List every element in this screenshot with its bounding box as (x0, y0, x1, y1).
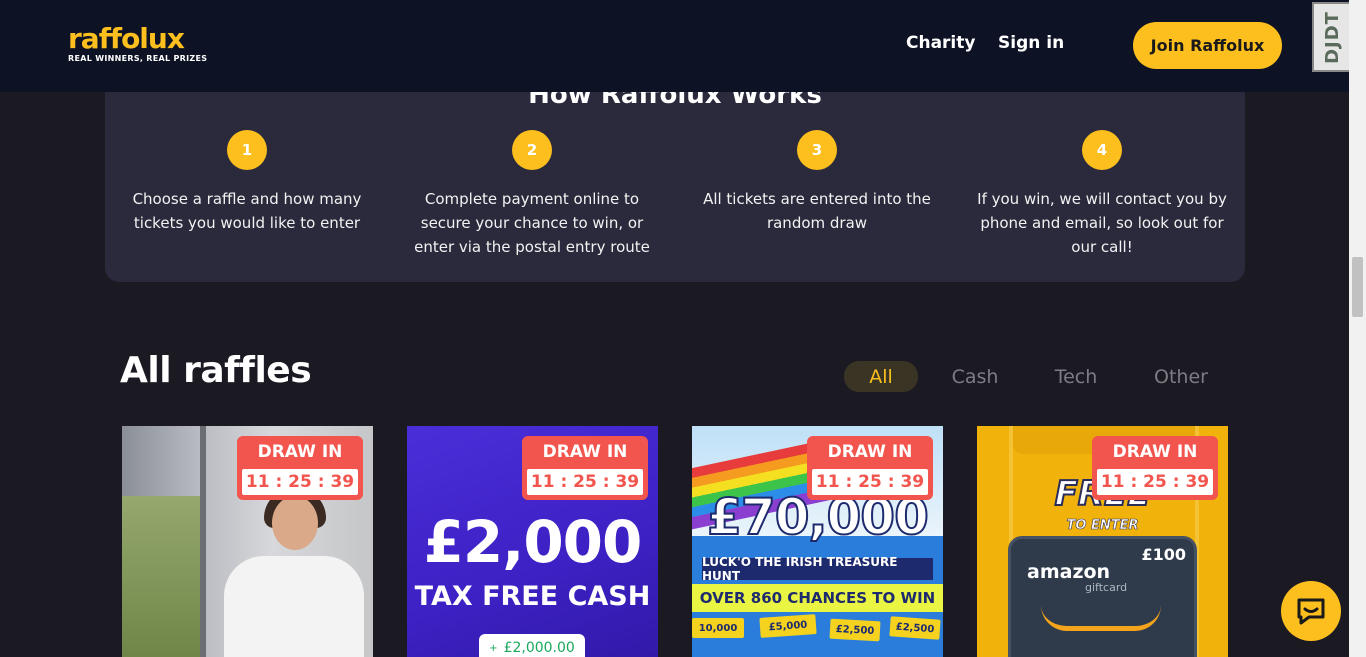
chat-bubble-icon[interactable] (1281, 581, 1341, 641)
card-image-person (224, 486, 364, 657)
filter-other[interactable]: Other (1146, 361, 1216, 392)
step-3: 3 All tickets are entered into the rando… (692, 130, 942, 235)
draw-label: DRAW IN (827, 442, 913, 462)
logo-tagline: REAL WINNERS, REAL PRIZES (68, 54, 208, 63)
draw-label: DRAW IN (257, 442, 343, 462)
to-enter-label: TO ENTER (1066, 518, 1139, 534)
draw-timer: 11 : 25 : 39 (812, 469, 928, 495)
step-2: 2 Complete payment online to secure your… (407, 130, 657, 259)
prize-tickets: 10,000 £5,000 £2,500 £2,500 (692, 614, 943, 657)
draw-countdown: DRAW IN 11 : 25 : 39 (1092, 436, 1218, 500)
prize-banner-chances: OVER 860 CHANCES TO WIN (692, 584, 943, 612)
amazon-smile-icon (1041, 605, 1161, 631)
draw-label: DRAW IN (542, 442, 628, 462)
debug-toolbar-label: DJDT (1321, 10, 1343, 64)
nav-charity-link[interactable]: Charity (906, 33, 975, 53)
nav-signin-link[interactable]: Sign in (998, 33, 1064, 53)
prize-ticket: £2,500 (889, 616, 941, 640)
page-scrollbar[interactable] (1349, 0, 1366, 657)
filter-cash[interactable]: Cash (944, 361, 1006, 392)
draw-timer: 11 : 25 : 39 (527, 469, 643, 495)
prize-ticket: 10,000 (692, 618, 744, 638)
draw-countdown: DRAW IN 11 : 25 : 39 (237, 436, 363, 500)
card-image-window (122, 496, 200, 657)
draw-timer: 11 : 25 : 39 (1097, 469, 1213, 495)
step-description: Choose a raffle and how many tickets you… (132, 190, 362, 232)
giftcard-label: giftcard (1085, 581, 1128, 594)
raffle-card-vacuum[interactable]: DRAW IN 11 : 25 : 39 (122, 426, 373, 657)
prize-subtitle: TAX FREE CASH (414, 581, 651, 612)
prize-ticket: £2,500 (829, 618, 881, 642)
draw-countdown: DRAW IN 11 : 25 : 39 (807, 436, 933, 500)
logo-wordmark: raffolux (68, 22, 185, 55)
join-raffolux-button[interactable]: Join Raffolux (1133, 22, 1282, 69)
step-number-badge: 4 (1082, 130, 1122, 170)
plus-icon: + (489, 643, 498, 654)
debug-toolbar-badge[interactable]: DJDT (1312, 2, 1352, 72)
chat-icon-glyph (1297, 598, 1325, 625)
amazon-logo-text: amazon (1027, 561, 1111, 583)
draw-timer: 11 : 25 : 39 (242, 469, 358, 495)
filter-all[interactable]: All (844, 361, 918, 392)
raffle-card-amazon[interactable]: FREE TO ENTER £100 amazon giftcard DRAW … (977, 426, 1228, 657)
prize-amount: £2,000 (423, 508, 643, 576)
step-description: If you win, we will contact you by phone… (977, 190, 1227, 256)
raffle-card-treasure-hunt[interactable]: £70,000 LUCK'O THE IRISH TREASURE HUNT O… (692, 426, 943, 657)
how-it-works-panel: How Raffolux Works 1 Choose a raffle and… (105, 70, 1245, 282)
giftcard-value: £100 (1141, 545, 1186, 564)
step-number-badge: 3 (797, 130, 837, 170)
draw-countdown: DRAW IN 11 : 25 : 39 (522, 436, 648, 500)
card-image-frame (200, 426, 206, 657)
amazon-giftcard: £100 amazon giftcard (1008, 536, 1197, 657)
prize-banner-title: LUCK'O THE IRISH TREASURE HUNT (702, 555, 933, 583)
person-head (272, 496, 318, 550)
filter-tech[interactable]: Tech (1044, 361, 1108, 392)
step-4: 4 If you win, we will contact you by pho… (977, 130, 1227, 259)
step-1: 1 Choose a raffle and how many tickets y… (122, 130, 372, 235)
scrollbar-thumb[interactable] (1352, 257, 1363, 317)
prize-ticket: £5,000 (759, 614, 817, 638)
raffle-card-cash[interactable]: £2,000 TAX FREE CASH + £2,000.00 DRAW IN… (407, 426, 658, 657)
all-raffles-heading: All raffles (120, 350, 312, 391)
person-shirt (224, 556, 364, 657)
prize-value-pill: + £2,000.00 (479, 634, 585, 657)
site-header: raffolux REAL WINNERS, REAL PRIZES Chari… (0, 0, 1366, 92)
step-description: Complete payment online to secure your c… (414, 190, 650, 256)
step-number-badge: 1 (227, 130, 267, 170)
step-number-badge: 2 (512, 130, 552, 170)
prize-value-text: £2,000.00 (503, 640, 575, 656)
step-description: All tickets are entered into the random … (703, 190, 931, 232)
raffolux-logo[interactable]: raffolux REAL WINNERS, REAL PRIZES (68, 22, 208, 64)
draw-label: DRAW IN (1112, 442, 1198, 462)
